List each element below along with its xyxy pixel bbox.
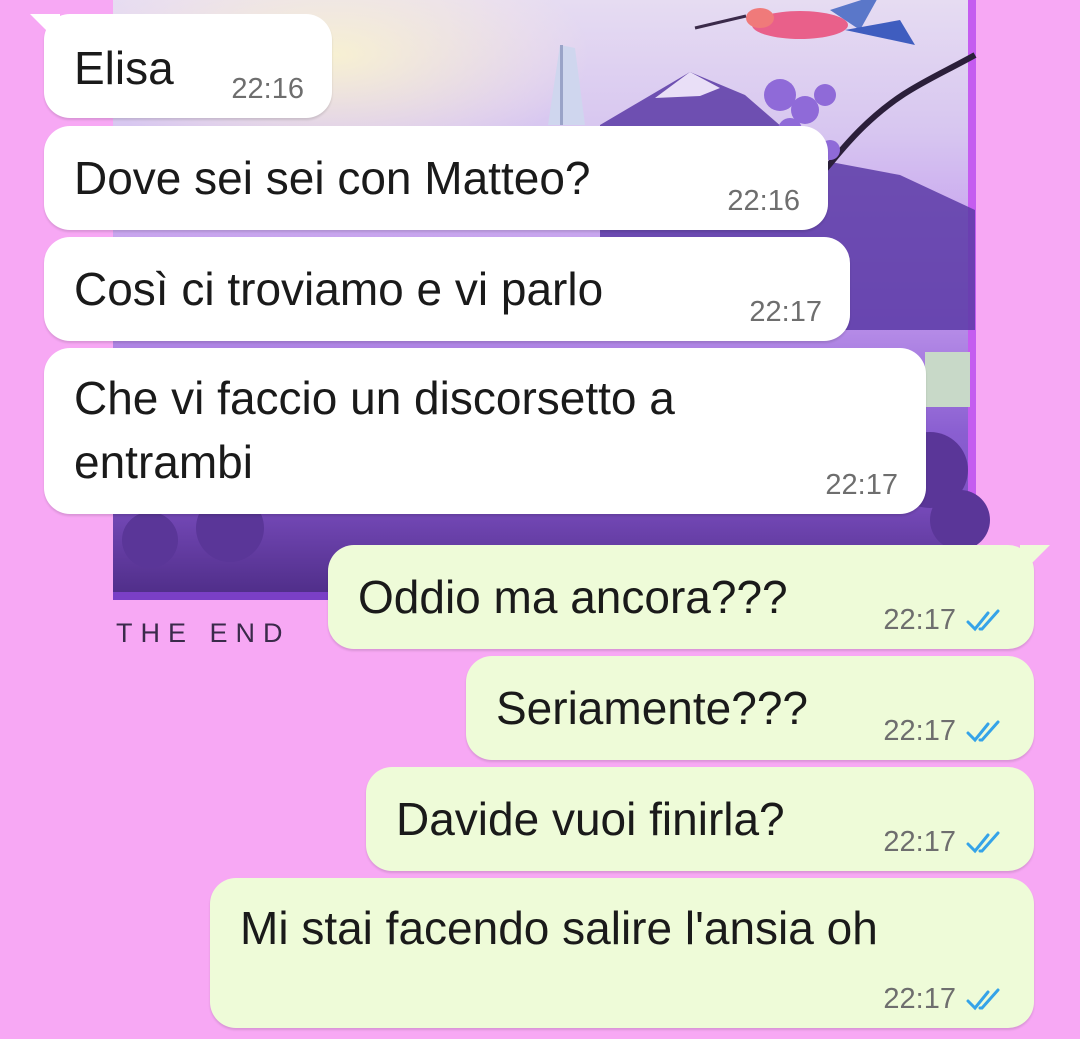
message-time: 22:17 xyxy=(749,296,822,328)
bubble-tail xyxy=(1020,545,1050,575)
message-text: Mi stai facendo salire l'ansia oh xyxy=(240,902,878,954)
incoming-message[interactable]: Così ci troviamo e vi parlo 22:17 xyxy=(44,237,850,341)
message-text: Che vi faccio un discorsetto a entrambi xyxy=(74,372,675,488)
incoming-message[interactable]: Dove sei sei con Matteo? 22:16 xyxy=(44,126,828,230)
message-text: Seriamente??? xyxy=(496,682,808,734)
incoming-message[interactable]: Che vi faccio un discorsetto a entrambi … xyxy=(44,348,926,514)
outgoing-message[interactable]: Seriamente??? 22:17 xyxy=(466,656,1034,760)
bubble-tail xyxy=(30,14,60,44)
message-time: 22:16 xyxy=(727,185,800,217)
incoming-message[interactable]: Elisa 22:16 xyxy=(30,14,332,118)
message-time: 22:17 xyxy=(883,604,956,636)
message-meta: 22:16 xyxy=(727,185,800,218)
message-meta: 22:17 xyxy=(883,983,1008,1016)
message-text: Davide vuoi finirla? xyxy=(396,793,785,845)
outgoing-message[interactable]: Mi stai facendo salire l'ansia oh 22:17 xyxy=(210,878,1034,1028)
message-time: 22:17 xyxy=(825,469,898,501)
double-check-read-icon xyxy=(966,720,1000,742)
outgoing-message[interactable]: Davide vuoi finirla? 22:17 xyxy=(366,767,1034,871)
message-text: Elisa xyxy=(74,42,174,94)
message-meta: 22:17 xyxy=(883,604,1008,637)
double-check-read-icon xyxy=(966,988,1000,1010)
double-check-read-icon xyxy=(966,831,1000,853)
message-time: 22:17 xyxy=(883,826,956,858)
message-text: Dove sei sei con Matteo? xyxy=(74,152,591,204)
message-time: 22:16 xyxy=(231,73,304,105)
message-meta: 22:17 xyxy=(883,715,1008,748)
message-time: 22:17 xyxy=(883,983,956,1015)
message-meta: 22:17 xyxy=(825,469,898,502)
outgoing-message[interactable]: Oddio ma ancora??? 22:17 xyxy=(328,545,1050,649)
message-time: 22:17 xyxy=(883,715,956,747)
message-meta: 22:16 xyxy=(231,73,304,106)
message-text: Oddio ma ancora??? xyxy=(358,571,788,623)
message-meta: 22:17 xyxy=(749,296,822,329)
chat-message-list[interactable]: Elisa 22:16 Dove sei sei con Matteo? 22:… xyxy=(0,0,1080,1039)
double-check-read-icon xyxy=(966,609,1000,631)
message-meta: 22:17 xyxy=(883,826,1008,859)
message-text: Così ci troviamo e vi parlo xyxy=(74,263,604,315)
